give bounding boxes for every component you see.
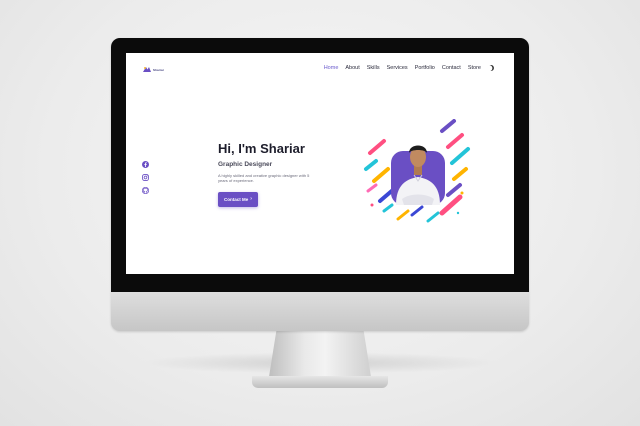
nav-item-services[interactable]: Services xyxy=(387,65,408,71)
nav-item-contact[interactable]: Contact xyxy=(442,65,461,71)
hero-illustration xyxy=(362,119,474,231)
nav-item-home[interactable]: Home xyxy=(324,65,339,71)
scene-background: Shariar Home About Skills Services Portf… xyxy=(0,0,640,426)
nav-item-store[interactable]: Store xyxy=(468,65,481,71)
website-screen: Shariar Home About Skills Services Portf… xyxy=(126,53,514,274)
hero-subtitle: Graphic Designer xyxy=(218,161,273,168)
hero-text: Hi, I'm Shariar Graphic Designer A highl… xyxy=(218,141,348,207)
send-icon: › xyxy=(250,196,252,202)
nav-item-portfolio[interactable]: Portfolio xyxy=(415,65,435,71)
monitor-chin xyxy=(111,292,529,331)
facebook-icon[interactable] xyxy=(142,161,149,168)
moon-icon[interactable] xyxy=(487,64,495,72)
nav-item-skills[interactable]: Skills xyxy=(367,65,380,71)
navbar: Shariar Home About Skills Services Portf… xyxy=(126,53,514,85)
instagram-icon[interactable] xyxy=(142,174,149,181)
contact-me-label: Contact Me xyxy=(224,197,249,202)
logo-icon xyxy=(143,67,151,72)
social-links xyxy=(142,161,149,194)
hero-portrait xyxy=(364,119,470,223)
hero-title: Hi, I'm Shariar xyxy=(218,141,305,156)
nav-links: Home About Skills Services Portfolio Con… xyxy=(324,65,494,71)
hero-description: A highly skilled and creative graphic de… xyxy=(218,173,310,183)
contact-me-button[interactable]: Contact Me › xyxy=(218,192,258,207)
github-icon[interactable] xyxy=(142,187,149,194)
logo-text: Shariar xyxy=(153,67,165,72)
site-logo[interactable]: Shariar xyxy=(143,66,169,73)
monitor-base xyxy=(252,376,388,388)
nav-item-about[interactable]: About xyxy=(345,65,359,71)
